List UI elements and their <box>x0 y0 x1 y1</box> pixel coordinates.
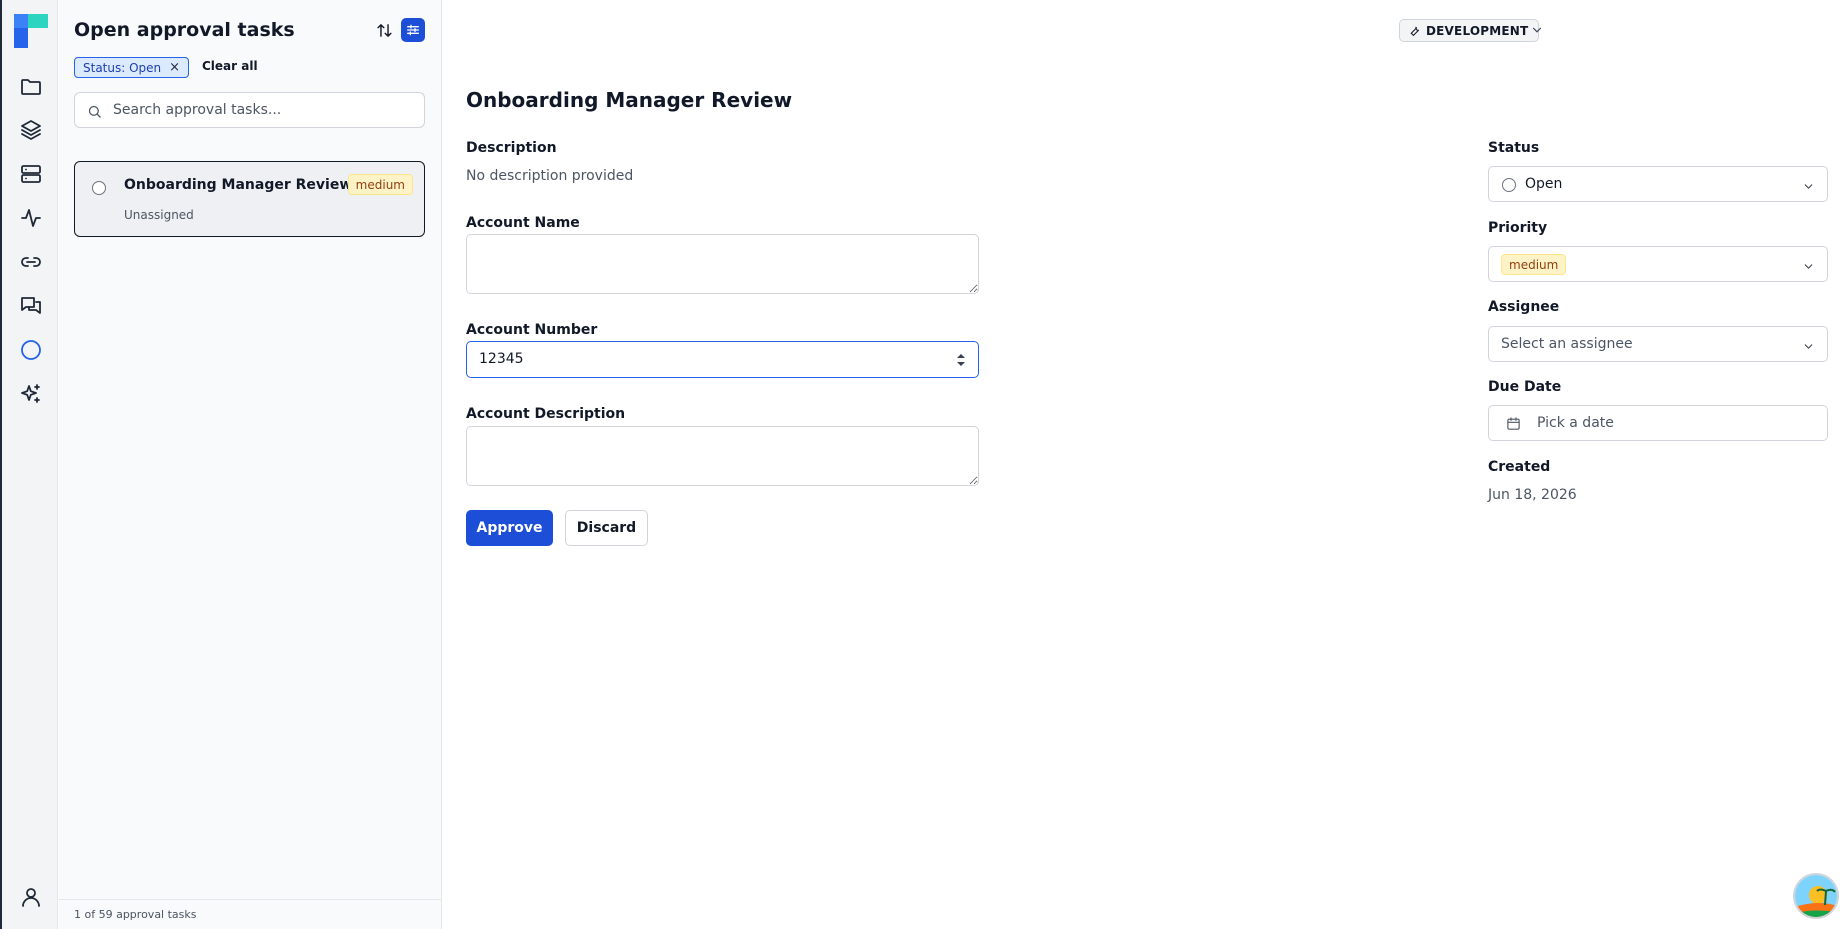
account-description-field[interactable] <box>466 426 979 486</box>
approve-button[interactable]: Approve <box>466 510 553 546</box>
chip-remove-icon[interactable]: × <box>169 60 180 75</box>
server-icon[interactable] <box>16 159 46 189</box>
account-number-label: Account Number <box>466 322 598 338</box>
sliders-icon <box>407 24 419 36</box>
environment-badge[interactable]: DEVELOPMENT <box>1399 19 1540 42</box>
discard-button[interactable]: Discard <box>565 510 648 546</box>
filter-toggle-button[interactable] <box>401 18 425 42</box>
messages-icon[interactable] <box>16 290 46 320</box>
chevron-down-icon <box>1802 178 1815 191</box>
wrench-icon <box>1410 26 1420 37</box>
environment-label: DEVELOPMENT <box>1426 23 1529 38</box>
priority-select[interactable]: medium <box>1488 246 1828 282</box>
created-value: Jun 18, 2026 <box>1488 487 1577 503</box>
clear-all-link[interactable]: Clear all <box>202 59 258 73</box>
approval-list-panel: Open approval tasks Status: Open × Clear… <box>59 0 442 929</box>
priority-label: Priority <box>1488 220 1548 236</box>
assistant-avatar-icon[interactable] <box>1793 873 1839 919</box>
assignee-label: Assignee <box>1488 299 1560 315</box>
open-status-icon <box>1502 178 1516 192</box>
sort-button[interactable] <box>373 19 395 41</box>
status-filter-chip: Status: Open × <box>74 57 190 78</box>
calendar-icon <box>1506 416 1521 431</box>
search-box <box>74 92 425 128</box>
chevron-down-icon <box>1802 338 1815 351</box>
page-title: Onboarding Manager Review <box>466 88 793 112</box>
account-number-field[interactable] <box>479 342 919 376</box>
number-spinner-icon[interactable] <box>956 352 966 368</box>
status-select[interactable]: Open <box>1488 166 1828 202</box>
chevron-down-icon <box>1802 258 1815 271</box>
sparkles-icon[interactable] <box>16 379 46 409</box>
icon-rail <box>2 0 58 929</box>
app-logo-icon[interactable] <box>14 14 48 48</box>
due-date-label: Due Date <box>1488 379 1562 395</box>
description-value: No description provided <box>466 168 634 184</box>
assignee-placeholder: Select an assignee <box>1501 336 1633 352</box>
created-label: Created <box>1488 459 1551 475</box>
account-name-label: Account Name <box>466 215 580 231</box>
layers-icon[interactable] <box>16 115 46 145</box>
task-status-radio[interactable] <box>92 181 106 195</box>
task-item-assignee: Unassigned <box>124 208 194 222</box>
status-value: Open <box>1525 176 1563 192</box>
chevron-down-icon[interactable] <box>1530 22 1546 38</box>
priority-badge: medium <box>1501 254 1567 275</box>
task-count: 1 of 59 approval tasks <box>74 908 197 921</box>
description-label: Description <box>466 140 557 156</box>
chip-label: Status: Open <box>83 60 162 75</box>
list-title: Open approval tasks <box>74 19 295 41</box>
folder-icon[interactable] <box>16 72 46 102</box>
due-date-picker[interactable]: Pick a date <box>1488 405 1828 441</box>
approval-circle-icon[interactable] <box>16 335 46 365</box>
sort-arrows-icon <box>376 23 392 37</box>
account-number-input-wrapper <box>466 341 979 378</box>
priority-badge: medium <box>347 174 413 195</box>
due-date-placeholder: Pick a date <box>1537 415 1614 431</box>
account-description-label: Account Description <box>466 406 626 422</box>
task-item-name: Onboarding Manager Review <box>124 177 353 193</box>
search-icon <box>88 105 101 118</box>
task-list-item[interactable]: Onboarding Manager Review medium Unassig… <box>74 161 425 237</box>
account-name-field[interactable] <box>466 234 979 294</box>
assignee-select[interactable]: Select an assignee <box>1488 326 1828 362</box>
user-icon[interactable] <box>16 882 46 912</box>
list-footer: 1 of 59 approval tasks <box>59 899 441 929</box>
status-label: Status <box>1488 140 1540 156</box>
search-input[interactable] <box>113 93 413 127</box>
link-icon[interactable] <box>16 247 46 277</box>
activity-icon[interactable] <box>16 203 46 233</box>
